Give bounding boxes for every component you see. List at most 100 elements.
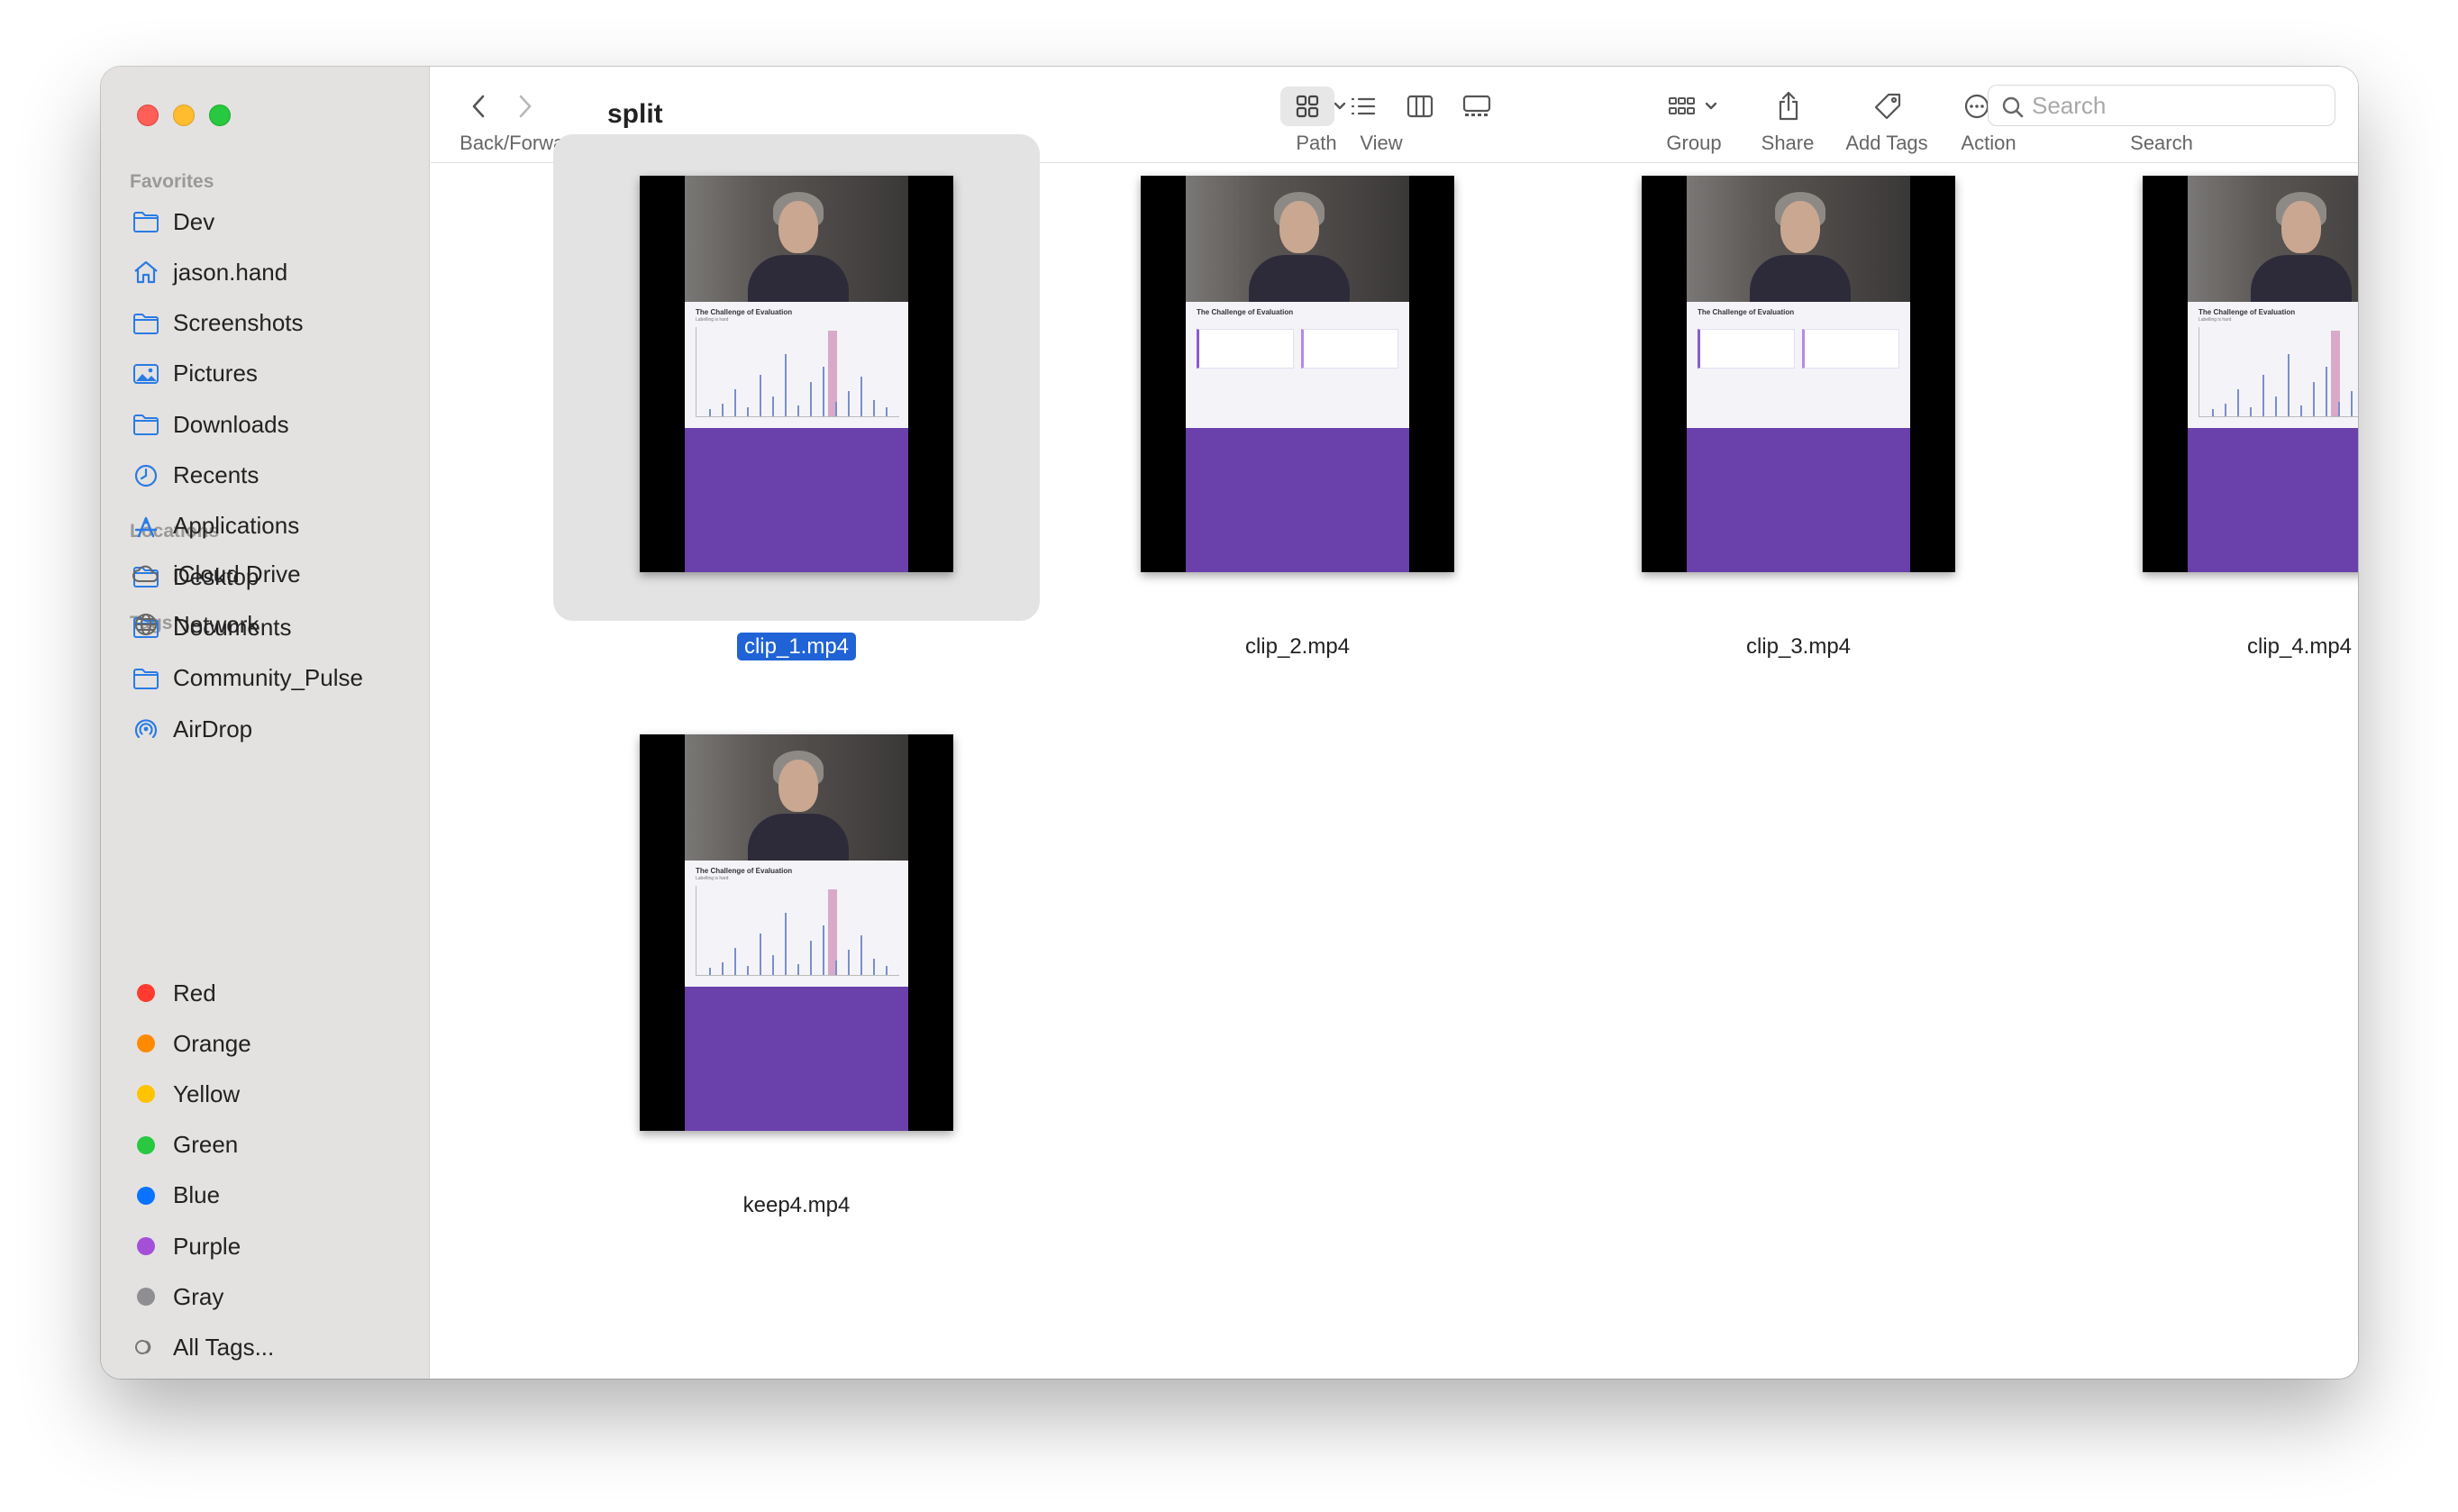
file-name-text: clip_1.mp4 — [736, 633, 857, 660]
sidebar-item-label: Yellow — [173, 1079, 241, 1107]
sidebar-item-label: Pictures — [173, 360, 258, 387]
clock-icon — [132, 461, 160, 490]
video-thumbnail: The Challenge of Evaluation Labelling is … — [2143, 176, 2358, 572]
file-name[interactable]: clip_2.mp4 — [1054, 634, 1541, 660]
sidebar-item-pictures[interactable]: Pictures — [132, 354, 258, 394]
slide-title: The Challenge of Evaluation — [696, 308, 793, 316]
sidebar-tag-all-tags-[interactable]: All Tags... — [132, 1327, 274, 1367]
sidebar-item-community-pulse[interactable]: Community_Pulse — [132, 659, 363, 698]
sidebar-item-label: Screenshots — [173, 309, 304, 337]
tag-dot-icon — [132, 1232, 160, 1261]
sidebar-item-airdrop[interactable]: AirDrop — [132, 709, 252, 749]
cloud-icon — [132, 560, 160, 588]
webcam-image — [1186, 176, 1409, 309]
globe-icon — [132, 610, 160, 639]
sidebar-tag-orange[interactable]: Orange — [132, 1024, 251, 1063]
folder-icon — [132, 410, 160, 439]
slide-cards — [1698, 329, 1901, 369]
video-frame: The Challenge of Evaluation Labelling is … — [685, 176, 908, 572]
sidebar-item-label: Green — [173, 1131, 239, 1159]
slide-image: The Challenge of Evaluation — [1687, 302, 1910, 428]
sidebar-tag-red[interactable]: Red — [132, 973, 216, 1013]
webcam-image — [1687, 176, 1910, 309]
file-name[interactable]: clip_3.mp4 — [1555, 634, 2042, 660]
share-button[interactable] — [1775, 88, 1802, 124]
slide-chart — [2199, 327, 2358, 417]
list-view-button[interactable] — [1350, 88, 1377, 124]
sidebar-item-label: Blue — [173, 1181, 221, 1209]
icon-view-button[interactable] — [1294, 88, 1321, 124]
applications-icon — [132, 512, 160, 541]
file-name[interactable]: clip_1.mp4 — [553, 633, 1040, 660]
sidebar-item-dev[interactable]: Dev — [132, 202, 214, 241]
back-button[interactable] — [470, 88, 488, 124]
window-title: split — [607, 99, 663, 129]
search-placeholder: Search — [2032, 91, 2107, 119]
tag-dot-icon — [132, 1079, 160, 1108]
sidebar: Favorites Locations Tags Dev jason.hand Sc… — [101, 67, 430, 1379]
sidebar-item-label: Network — [173, 610, 259, 638]
share-icon — [1779, 91, 1798, 121]
slide-chart — [696, 327, 899, 417]
list-icon — [1351, 97, 1376, 115]
sidebar-item-label: Community_Pulse — [173, 664, 363, 692]
webcam-image — [2188, 176, 2358, 309]
slide-subtitle: Labelling is hard — [696, 876, 729, 881]
tag-dot-icon — [132, 979, 160, 1007]
sidebar-item-downloads[interactable]: Downloads — [132, 405, 289, 444]
video-thumbnail: The Challenge of Evaluation Labelling is … — [640, 176, 953, 572]
folder-icon — [132, 664, 160, 693]
sidebar-item-screenshots[interactable]: Screenshots — [132, 304, 304, 343]
file-name-text: clip_4.mp4 — [2246, 634, 2353, 659]
minimize-button[interactable] — [173, 105, 195, 126]
sidebar-item-applications[interactable]: Applications — [132, 506, 299, 546]
sidebar-item-label: Orange — [173, 1029, 251, 1057]
video-frame: The Challenge of Evaluation Labelling is … — [2188, 176, 2358, 572]
file-name[interactable]: keep4.mp4 — [553, 1193, 1040, 1218]
sidebar-tag-green[interactable]: Green — [132, 1125, 238, 1165]
add-tags-button[interactable] — [1872, 88, 1903, 124]
group-button[interactable] — [1667, 88, 1728, 124]
sidebar-tag-blue[interactable]: Blue — [132, 1176, 220, 1216]
webcam-image — [685, 176, 908, 309]
search-icon — [2002, 96, 2024, 118]
sidebar-item-label: Applications — [173, 512, 300, 540]
column-view-button[interactable] — [1406, 88, 1434, 124]
sidebar-item-label: iCloud Drive — [173, 560, 301, 587]
sidebar-item-label: Dev — [173, 207, 215, 235]
pictures-icon — [132, 360, 160, 388]
columns-icon — [1407, 95, 1434, 118]
gallery-view-button[interactable] — [1461, 88, 1492, 124]
sidebar-tag-yellow[interactable]: Yellow — [132, 1074, 240, 1114]
sidebar-item-label: Downloads — [173, 410, 289, 438]
slide-subtitle: Labelling is hard — [2199, 317, 2232, 323]
close-button[interactable] — [137, 105, 159, 126]
sidebar-item-label: Red — [173, 979, 216, 1006]
search-field[interactable]: Search — [1988, 85, 2335, 126]
folder-icon — [132, 309, 160, 338]
sidebar-tag-gray[interactable]: Gray — [132, 1277, 223, 1316]
sidebar-item-label: Gray — [173, 1282, 224, 1310]
sidebar-item-icloud-drive[interactable]: iCloud Drive — [132, 554, 301, 594]
slide-title: The Challenge of Evaluation — [696, 867, 793, 875]
file-name-text: clip_3.mp4 — [1745, 634, 1852, 659]
file-name-text: keep4.mp4 — [742, 1193, 851, 1217]
main-pane: Back/Forward split Path View Group Share… — [431, 67, 2358, 1379]
all-tags-icon — [132, 1333, 160, 1362]
sidebar-item-network[interactable]: Network — [132, 605, 259, 644]
webcam-image — [685, 734, 908, 868]
finder-window: Favorites Locations Tags Dev jason.hand Sc… — [101, 67, 2358, 1379]
zoom-button[interactable] — [209, 105, 231, 126]
sidebar-tag-purple[interactable]: Purple — [132, 1226, 241, 1266]
sidebar-item-label: All Tags... — [173, 1333, 275, 1361]
file-name[interactable]: clip_4.mp4 — [2056, 634, 2358, 660]
chevron-left-icon — [472, 95, 485, 118]
slide-image: The Challenge of Evaluation Labelling is … — [2188, 302, 2358, 428]
slide-image: The Challenge of Evaluation Labelling is … — [685, 302, 908, 428]
forward-button[interactable] — [515, 88, 533, 124]
slide-chart — [696, 886, 899, 976]
sidebar-item-jason-hand[interactable]: jason.hand — [132, 252, 287, 292]
folder-icon — [132, 207, 160, 236]
tag-dot-icon — [132, 1282, 160, 1311]
sidebar-item-recents[interactable]: Recents — [132, 456, 259, 496]
